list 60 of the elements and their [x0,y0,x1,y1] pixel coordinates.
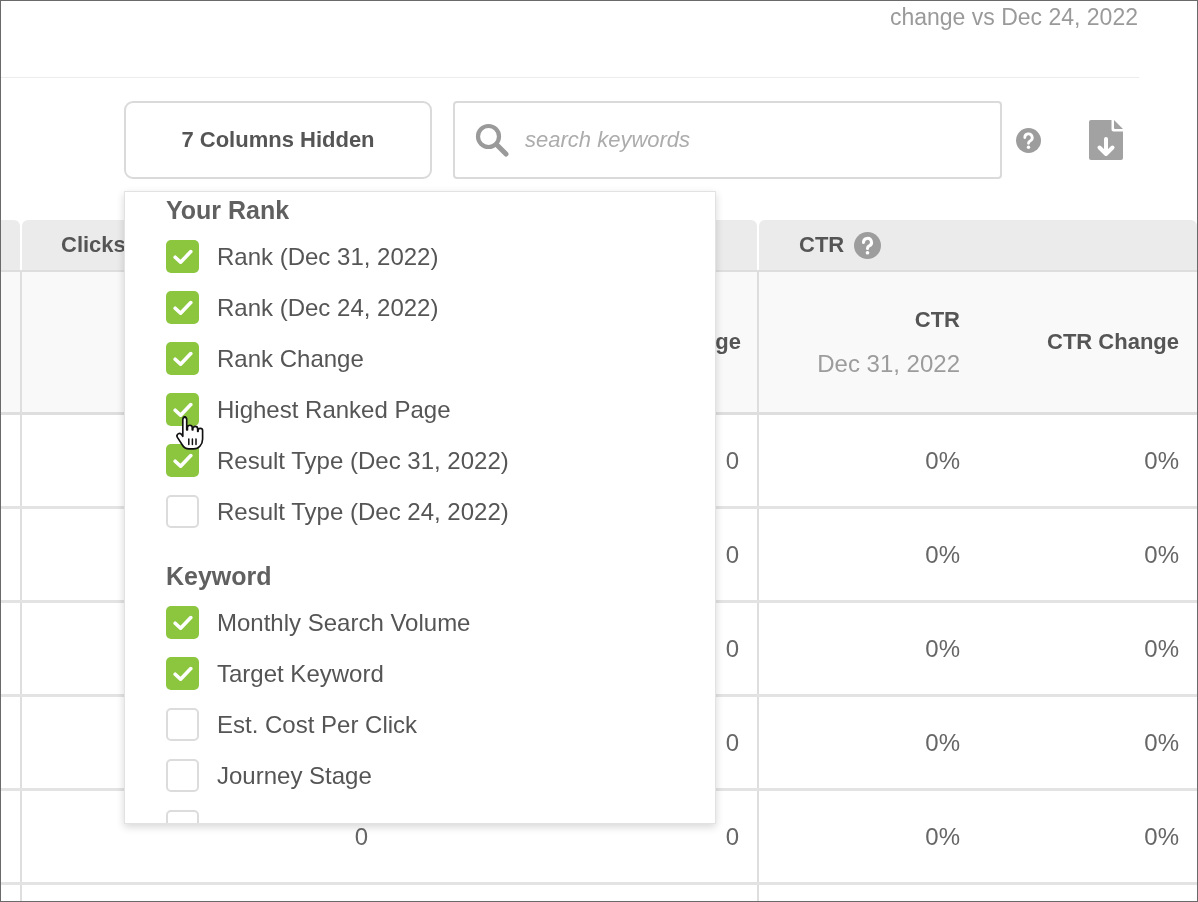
column-option-label[interactable]: Rank Change [217,344,364,373]
table-cell: 0 [725,446,739,475]
checkbox[interactable] [166,444,199,477]
table-cell: 0 [725,822,739,851]
column-header-date: Dec 31, 2022 [817,349,960,379]
checkmark-icon [172,401,193,418]
search-icon [475,123,509,157]
table-cell: 0% [925,446,960,475]
column-option-label[interactable]: Rank (Dec 24, 2022) [217,293,439,322]
column-group-label: CTR [799,232,845,258]
checkmark-icon [172,299,193,316]
column-option-label[interactable]: Result Type (Dec 24, 2022) [217,497,509,526]
checkbox[interactable] [166,759,199,792]
search-field[interactable]: search keywords [453,101,1002,179]
menu-group-heading: Keyword [166,561,272,592]
checkbox[interactable] [166,393,199,426]
column-option-label[interactable]: Est. Cost Per Click [217,710,418,739]
checkmark-icon [172,452,193,469]
table-cell: 0 [725,634,739,663]
checkbox[interactable] [166,291,199,324]
help-icon[interactable] [854,231,882,259]
column-header: CTR Change [1047,328,1179,356]
column-option-label[interactable]: Journey Stage [217,761,372,790]
table-cell: 0% [1144,446,1179,475]
table-cell: 0 [354,822,368,851]
table-cell: 0% [925,822,960,851]
table-cell: 0 [725,728,739,757]
table-cell: 0% [925,634,960,663]
checkbox[interactable] [166,240,199,273]
column-option-label[interactable]: Monthly Search Volume [217,608,471,637]
column-option-label[interactable]: Target Keyword [217,659,384,688]
column-group-header [1,220,20,270]
column-group-label: Clicks [61,232,126,258]
menu-group-heading: Your Rank [166,195,290,226]
columns-hidden-button[interactable]: 7 Columns Hidden [124,101,432,179]
checkbox[interactable] [166,342,199,375]
download-file-icon[interactable] [1089,120,1123,160]
column-option-label[interactable]: Rank (Dec 31, 2022) [217,242,439,271]
checkmark-icon [172,665,193,682]
checkbox[interactable] [166,495,199,528]
checkbox[interactable] [166,708,199,741]
checkmark-icon [172,350,193,367]
column-header: CTR [914,306,960,334]
column-option-label[interactable]: Highest Ranked Page [217,395,451,424]
table-cell: 0% [1144,822,1179,851]
table-cell: 0% [925,728,960,757]
table-cell: 0% [1144,728,1179,757]
table-cell: 0% [925,540,960,569]
table-cell: 0% [1144,540,1179,569]
column-option-label[interactable]: Result Type (Dec 31, 2022) [217,446,509,475]
table-cell: 0 [725,540,739,569]
checkbox[interactable] [166,606,199,639]
hand-cursor-icon [175,415,205,451]
checkbox[interactable] [166,657,199,690]
comparison-date-label: change vs Dec 24, 2022 [889,3,1138,31]
help-icon[interactable] [1016,127,1041,153]
column-header: ge [715,328,741,356]
table-cell: 0% [1144,634,1179,663]
checkmark-icon [172,248,193,265]
checkmark-icon [172,614,193,631]
